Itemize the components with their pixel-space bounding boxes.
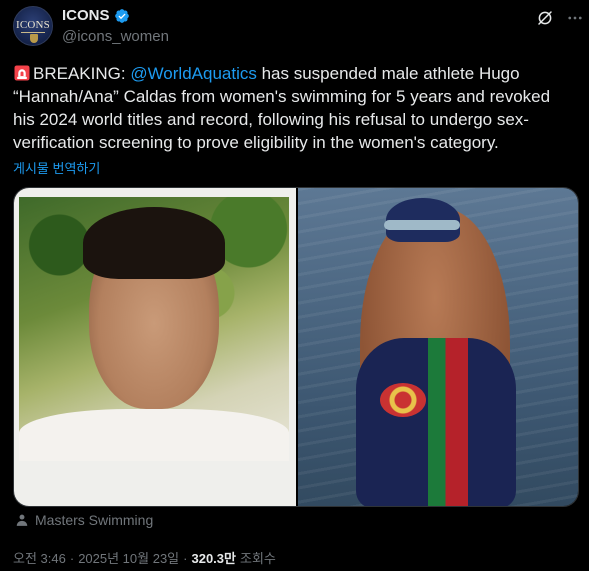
portugal-crest-icon: [380, 383, 426, 417]
views-count: 320.3만: [191, 551, 236, 566]
rotating-light-icon: [14, 65, 30, 81]
mention-link[interactable]: @WorldAquatics: [130, 64, 257, 83]
goggles: [384, 220, 460, 230]
portrait-image: [19, 197, 289, 461]
portrait-photo[interactable]: [14, 188, 296, 506]
person-icon: [16, 514, 28, 526]
meta-separator: ·: [69, 551, 75, 566]
swimmer-photo[interactable]: [298, 188, 578, 506]
avatar[interactable]: ICONS: [13, 6, 53, 46]
post-time[interactable]: 오전 3:46: [13, 548, 66, 567]
author-name-row[interactable]: ICONS: [62, 7, 130, 24]
post-prefix: BREAKING:: [33, 64, 131, 83]
views-label: 조회수: [239, 551, 276, 566]
author-display-name[interactable]: ICONS: [62, 7, 110, 24]
context-label: Masters Swimming: [35, 512, 154, 528]
avatar-logo-bar: [21, 32, 45, 33]
more-options-icon[interactable]: [566, 9, 584, 27]
avatar-logo-text: ICONS: [15, 19, 50, 31]
post-meta: 오전 3:46 · 2025년 10월 23일 · 320.3만 조회수: [13, 548, 276, 567]
verified-badge-icon: [114, 8, 129, 23]
swimsuit: [356, 338, 516, 506]
meta-separator: ·: [183, 551, 188, 566]
media-grid: [13, 187, 579, 507]
post-text: BREAKING: @WorldAquatics has suspended m…: [13, 62, 573, 154]
translate-post-link[interactable]: 게시물 번역하기: [13, 158, 100, 177]
post-header: ICONS ICONS @icons_women: [13, 4, 582, 48]
post-date[interactable]: 2025년 10월 23일: [78, 548, 179, 567]
author-handle[interactable]: @icons_women: [62, 28, 169, 45]
grok-icon[interactable]: [536, 9, 554, 27]
context-annotation[interactable]: Masters Swimming: [15, 512, 153, 528]
avatar-crest-icon: [30, 34, 38, 43]
